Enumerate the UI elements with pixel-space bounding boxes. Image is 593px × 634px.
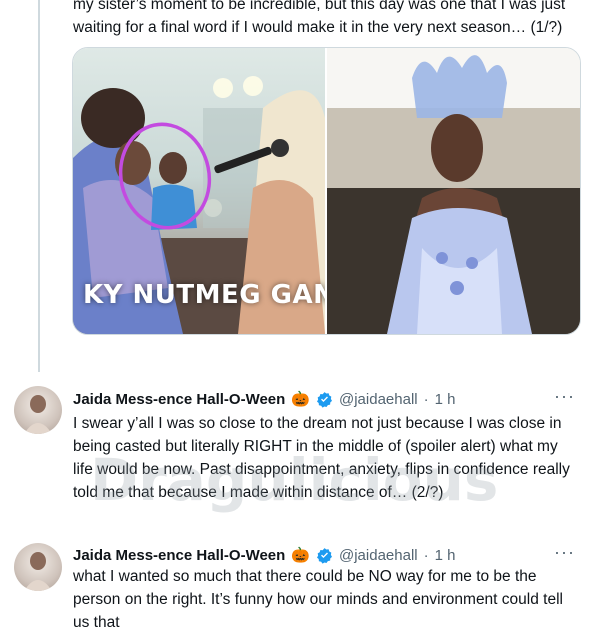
photo-caption: KY NUTMEG GANAC bbox=[83, 280, 325, 310]
more-options-icon[interactable]: ··· bbox=[554, 386, 575, 407]
avatar[interactable] bbox=[14, 386, 62, 434]
verified-badge-icon bbox=[316, 547, 333, 564]
author-name[interactable]: Jaida Mess-ence Hall-O-Ween bbox=[73, 547, 285, 564]
avatar[interactable] bbox=[14, 543, 62, 591]
tweet-1-media[interactable]: KY NUTMEG GANAC bbox=[72, 47, 581, 335]
thread-line bbox=[38, 0, 40, 372]
avatar-image bbox=[24, 395, 52, 434]
timestamp[interactable]: 1 h bbox=[435, 547, 456, 564]
separator-dot: · bbox=[423, 390, 429, 408]
author-handle[interactable]: @jaidaehall bbox=[339, 391, 418, 408]
tweet-2-text: I swear y’all I was so close to the drea… bbox=[73, 415, 570, 501]
photo-runway-gown[interactable] bbox=[327, 48, 580, 334]
photo-backstage[interactable]: KY NUTMEG GANAC bbox=[73, 48, 325, 334]
author-name[interactable]: Jaida Mess-ence Hall-O-Ween bbox=[73, 391, 285, 408]
tweet-1-text: my sister’s moment to be incredible, but… bbox=[73, 0, 566, 36]
pumpkin-emoji: 🎃 bbox=[291, 391, 310, 408]
tweet-3-header: Jaida Mess-ence Hall-O-Ween 🎃 @jaidaehal… bbox=[73, 546, 456, 565]
pumpkin-emoji: 🎃 bbox=[291, 547, 310, 564]
separator-dot: · bbox=[423, 546, 429, 564]
avatar-image bbox=[24, 552, 52, 591]
verified-badge-icon bbox=[316, 391, 333, 408]
tweet-2-header: Jaida Mess-ence Hall-O-Ween 🎃 @jaidaehal… bbox=[73, 390, 456, 409]
author-handle[interactable]: @jaidaehall bbox=[339, 547, 418, 564]
photo-runway-illustration bbox=[327, 48, 580, 334]
more-options-icon[interactable]: ··· bbox=[554, 542, 575, 563]
timestamp[interactable]: 1 h bbox=[435, 391, 456, 408]
